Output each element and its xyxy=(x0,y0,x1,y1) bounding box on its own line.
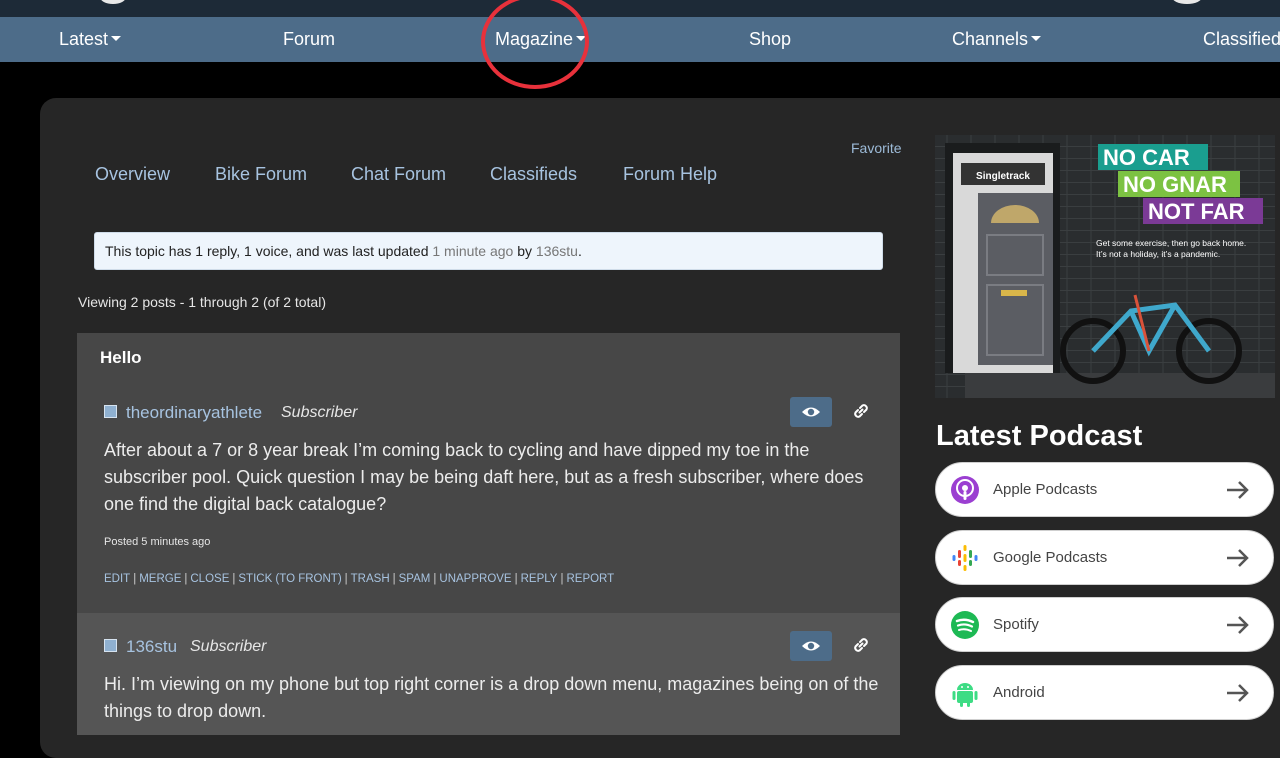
trash-link[interactable]: TRASH xyxy=(351,573,390,585)
nav-magazine[interactable]: Magazine xyxy=(495,17,587,62)
android-button[interactable]: Android xyxy=(935,665,1274,720)
nav-shop-label: Shop xyxy=(749,29,792,49)
nav-forum-label: Forum xyxy=(283,29,336,49)
post-role: Subscriber xyxy=(281,404,358,421)
subnav-forum-help[interactable]: Forum Help xyxy=(623,164,717,185)
chevron-down-icon xyxy=(111,36,122,42)
main-nav: Latest Forum Magazine Shop Channels Clas… xyxy=(0,17,1280,62)
post: 136stu Subscriber Hi. I’m viewing on my … xyxy=(77,613,900,735)
notice-time-link[interactable]: 1 minute ago xyxy=(432,243,513,259)
svg-text:NO GNAR: NO GNAR xyxy=(1123,172,1227,197)
post-role: Subscriber xyxy=(190,638,267,655)
merge-link[interactable]: MERGE xyxy=(139,573,181,585)
spam-link[interactable]: SPAM xyxy=(399,573,431,585)
arrow-right-icon xyxy=(1227,549,1249,567)
pod-label: Google Podcasts xyxy=(993,549,1108,566)
edit-link[interactable]: EDIT xyxy=(104,573,130,585)
report-link[interactable]: REPORT xyxy=(566,573,614,585)
arrow-right-icon xyxy=(1227,684,1249,702)
notice-by: by xyxy=(513,243,536,259)
logo-edge xyxy=(100,0,126,4)
svg-text:Get some exercise, then go bac: Get some exercise, then go back home. xyxy=(1096,238,1246,248)
watch-button[interactable] xyxy=(790,631,832,661)
link-icon[interactable] xyxy=(851,635,871,655)
post: Hello theordinaryathlete Subscriber Afte… xyxy=(77,333,900,613)
post-timestamp: Posted 5 minutes ago xyxy=(104,536,211,548)
ad-image: Singletrack NO CAR NO GNAR NOT FAR Get s… xyxy=(935,135,1275,398)
watch-button[interactable] xyxy=(790,397,832,427)
posts-list: Hello theordinaryathlete Subscriber Afte… xyxy=(77,333,900,735)
podcast-heading: Latest Podcast xyxy=(936,420,1143,452)
svg-text:NOT FAR: NOT FAR xyxy=(1148,199,1245,224)
topic-title: Hello xyxy=(100,348,142,367)
spotify-icon xyxy=(951,611,979,639)
nav-latest-label: Latest xyxy=(59,29,109,49)
nav-forum[interactable]: Forum xyxy=(283,17,335,62)
link-icon[interactable] xyxy=(851,401,871,421)
post-username[interactable]: 136stu xyxy=(126,637,177,657)
notice-suffix: . xyxy=(577,243,582,259)
viewing-count: Viewing 2 posts - 1 through 2 (of 2 tota… xyxy=(78,294,326,310)
nav-classifieds-label: Classifieds xyxy=(1203,29,1280,49)
svg-text:NO CAR: NO CAR xyxy=(1103,145,1190,170)
notice-user-link[interactable]: 136stu xyxy=(536,243,578,259)
chevron-down-icon xyxy=(1031,36,1042,42)
favorite-link[interactable]: Favorite xyxy=(851,140,902,156)
pod-label: Android xyxy=(993,684,1045,701)
arrow-right-icon xyxy=(1227,481,1249,499)
unapprove-link[interactable]: UNAPPROVE xyxy=(439,573,511,585)
post-body: Hi. I’m viewing on my phone but top righ… xyxy=(104,674,879,721)
chevron-down-icon xyxy=(576,36,587,42)
avatar[interactable] xyxy=(104,405,117,418)
nav-channels-label: Channels xyxy=(952,29,1029,49)
subnav-classifieds[interactable]: Classifieds xyxy=(490,164,577,185)
spotify-button[interactable]: Spotify xyxy=(935,597,1274,652)
nav-magazine-label: Magazine xyxy=(495,29,574,49)
top-bar xyxy=(0,0,1280,17)
stick-link[interactable]: STICK (TO FRONT) xyxy=(238,573,341,585)
nav-classifieds[interactable]: Classifieds xyxy=(1203,17,1280,62)
nav-latest[interactable]: Latest xyxy=(59,17,122,62)
apple-podcasts-icon xyxy=(951,476,979,504)
arrow-right-icon xyxy=(1227,616,1249,634)
pod-label: Apple Podcasts xyxy=(993,481,1098,498)
topic-notice: This topic has 1 reply, 1 voice, and was… xyxy=(94,232,883,270)
eye-icon xyxy=(802,641,820,651)
user-avatar-edge[interactable] xyxy=(1172,0,1202,4)
svg-text:Singletrack: Singletrack xyxy=(976,171,1030,182)
pod-label: Spotify xyxy=(993,616,1039,633)
reply-link[interactable]: REPLY xyxy=(521,573,558,585)
nav-channels[interactable]: Channels xyxy=(952,17,1042,62)
android-icon xyxy=(952,683,978,707)
svg-text:It’s not a holiday, it’s a pan: It’s not a holiday, it’s a pandemic. xyxy=(1096,249,1220,259)
close-link[interactable]: CLOSE xyxy=(190,573,229,585)
post-body: After about a 7 or 8 year break I’m comi… xyxy=(104,440,864,514)
google-podcasts-button[interactable]: Google Podcasts xyxy=(935,530,1274,585)
subnav-chat-forum[interactable]: Chat Forum xyxy=(351,164,446,185)
eye-icon xyxy=(802,407,820,417)
subnav-overview[interactable]: Overview xyxy=(95,164,170,185)
apple-podcasts-button[interactable]: Apple Podcasts xyxy=(935,462,1274,517)
post-username[interactable]: theordinaryathlete xyxy=(126,403,262,423)
notice-text: This topic has 1 reply, 1 voice, and was… xyxy=(105,243,433,259)
avatar[interactable] xyxy=(104,639,117,652)
google-podcasts-icon xyxy=(952,545,978,571)
nav-shop[interactable]: Shop xyxy=(749,17,791,62)
post-actions: EDIT | MERGE | CLOSE | STICK (TO FRONT) | TRASH |… xyxy=(104,573,615,585)
ad-banner[interactable]: Singletrack NO CAR NO GNAR NOT FAR Get s… xyxy=(935,135,1275,398)
subnav-bike-forum[interactable]: Bike Forum xyxy=(215,164,307,185)
